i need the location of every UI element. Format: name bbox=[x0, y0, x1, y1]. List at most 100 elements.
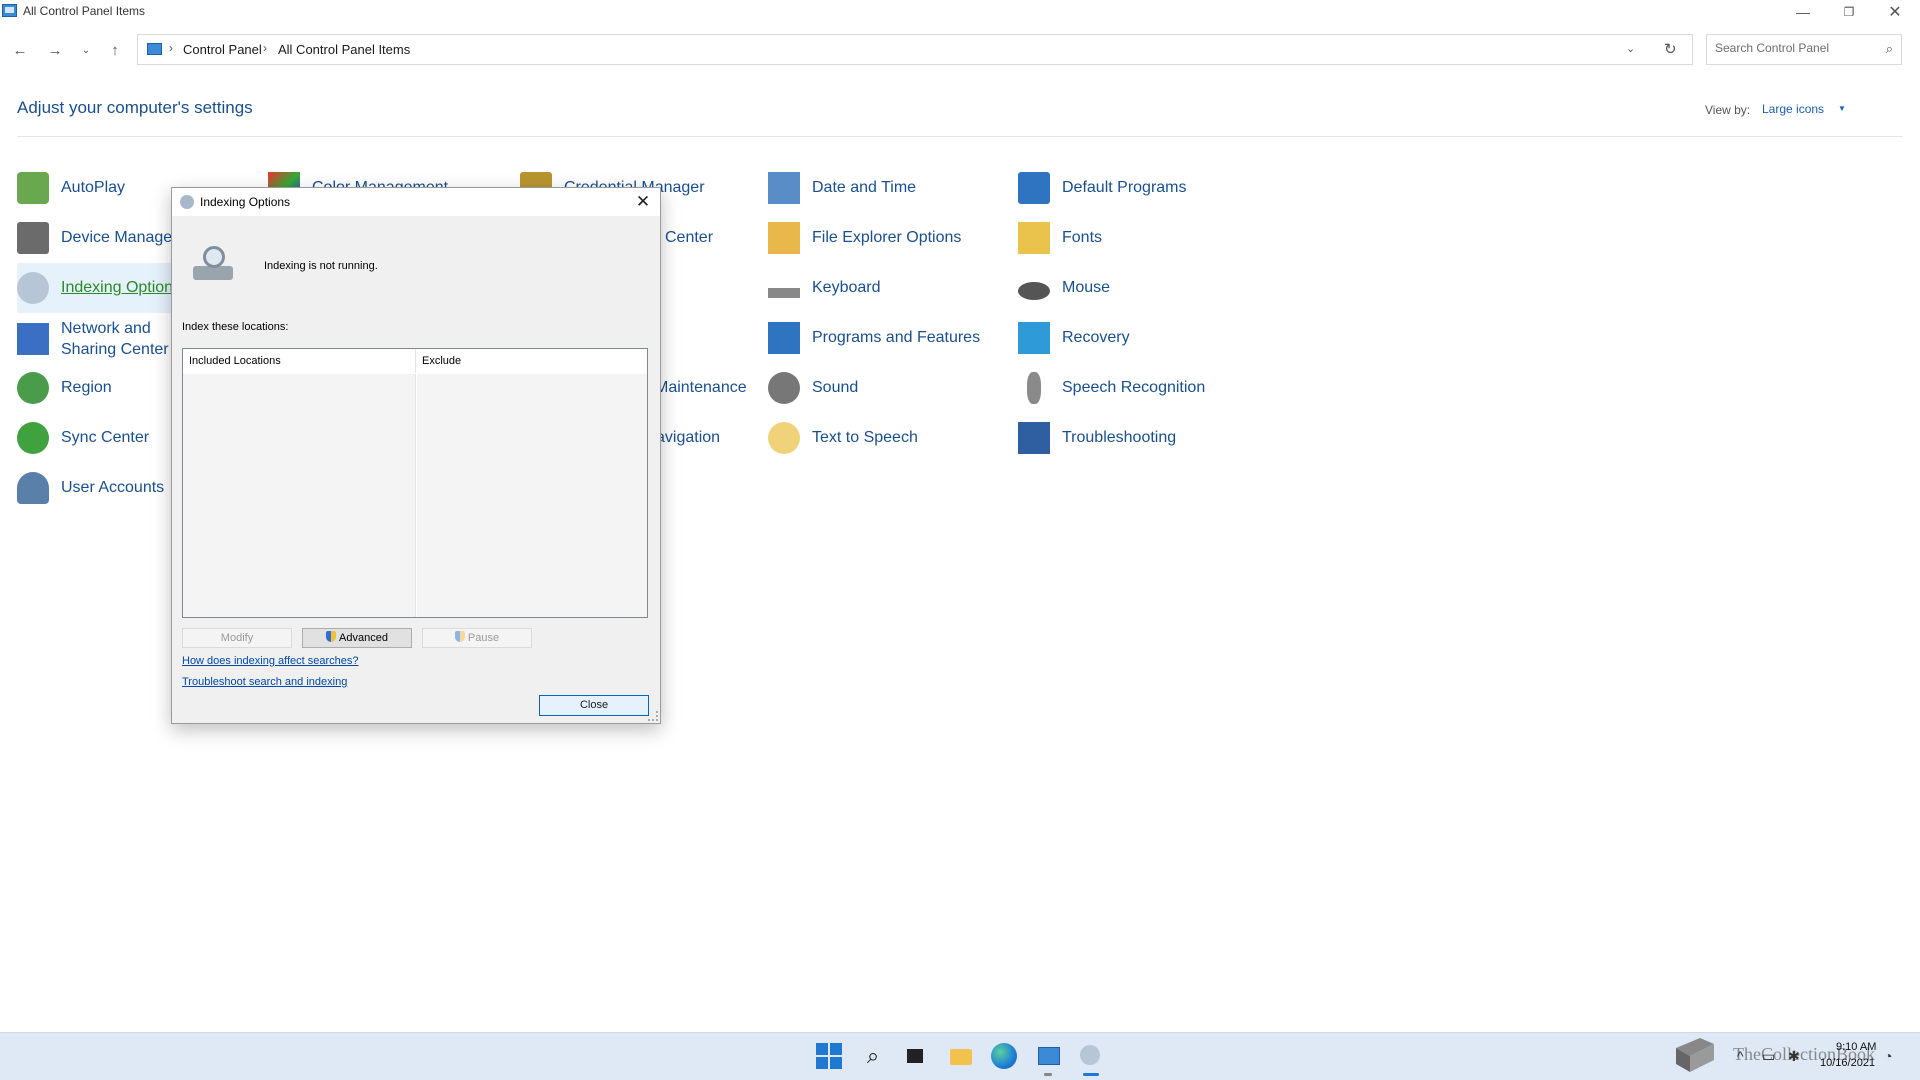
indexing-options-dialog: Indexing Options ✕ Indexing is not runni… bbox=[171, 187, 661, 724]
exclude-area bbox=[417, 374, 647, 617]
advanced-button-label: Advanced bbox=[339, 632, 388, 644]
item-sound[interactable]: Sound bbox=[768, 363, 1008, 413]
item-text-to-speech[interactable]: Text to Speech bbox=[768, 413, 1008, 463]
item-fonts[interactable]: Fonts bbox=[1018, 213, 1258, 263]
item-file-explorer-options[interactable]: File Explorer Options bbox=[768, 213, 1008, 263]
up-button[interactable]: ↑ bbox=[102, 38, 128, 62]
how-indexing-affects-link[interactable]: How does indexing affect searches? bbox=[182, 655, 359, 667]
index-locations-label: Index these locations: bbox=[182, 321, 289, 333]
start-button[interactable] bbox=[816, 1043, 842, 1069]
text-to-speech-icon bbox=[768, 422, 800, 454]
date-time-icon bbox=[768, 172, 800, 204]
item-partial-maintenance[interactable]: Maintenance bbox=[655, 363, 747, 413]
item-label: Sound bbox=[812, 379, 859, 396]
network-icon[interactable]: ▭ bbox=[1762, 1048, 1775, 1065]
show-hidden-icons-chevron[interactable]: ^ bbox=[1737, 1048, 1744, 1064]
restore-button[interactable]: ❐ bbox=[1826, 0, 1872, 24]
indexing-options-icon bbox=[180, 195, 194, 209]
pause-button-label: Pause bbox=[467, 632, 500, 644]
dialog-title-bar[interactable]: Indexing Options ✕ bbox=[172, 188, 660, 216]
region-icon bbox=[17, 372, 49, 404]
item-label: Sync Center bbox=[61, 429, 150, 446]
control-panel-icon bbox=[147, 43, 162, 55]
indexing-status-icon bbox=[193, 246, 237, 284]
item-label: Text to Speech bbox=[812, 429, 918, 446]
chevron-down-icon[interactable]: ▼ bbox=[1838, 104, 1846, 113]
default-programs-icon bbox=[1018, 172, 1050, 204]
forward-button[interactable]: → bbox=[42, 38, 68, 62]
search-box[interactable]: ⌕ bbox=[1706, 34, 1902, 65]
item-sync-center[interactable]: Sync Center bbox=[17, 413, 171, 463]
breadcrumb-all-items[interactable]: All Control Panel Items bbox=[278, 42, 410, 57]
book-watermark-icon bbox=[1676, 1038, 1714, 1072]
item-partial-center[interactable]: Center bbox=[665, 213, 713, 263]
view-by-label: View by: bbox=[1705, 103, 1751, 117]
close-window-button[interactable]: ✕ bbox=[1872, 0, 1918, 24]
locations-list[interactable]: Included Locations Exclude bbox=[182, 348, 648, 618]
back-button[interactable]: ← bbox=[7, 38, 33, 62]
notification-icon[interactable]: ◔ bbox=[1884, 1048, 1892, 1064]
resize-grip[interactable] bbox=[648, 711, 658, 721]
recent-locations-button[interactable]: ⌄ bbox=[73, 38, 99, 62]
uac-shield-icon bbox=[454, 631, 465, 642]
device-manager-icon bbox=[17, 222, 49, 254]
file-explorer-options-icon bbox=[768, 222, 800, 254]
item-label: Center bbox=[665, 229, 714, 246]
taskbar-search-icon[interactable]: ⌕ bbox=[860, 1043, 886, 1069]
item-label: Recovery bbox=[1062, 329, 1130, 346]
item-partial-navigation[interactable]: avigation bbox=[656, 413, 720, 463]
mouse-icon bbox=[1018, 282, 1050, 300]
control-panel-taskbar-icon[interactable] bbox=[1036, 1043, 1062, 1069]
clock-date[interactable]: 10/16/2021 bbox=[1820, 1057, 1875, 1069]
sound-icon bbox=[768, 372, 800, 404]
indexing-options-icon bbox=[17, 272, 49, 304]
item-label: Default Programs bbox=[1062, 179, 1187, 196]
control-panel-icon bbox=[2, 4, 17, 17]
view-by-dropdown[interactable]: Large icons bbox=[1762, 102, 1824, 116]
window-title: All Control Panel Items bbox=[23, 4, 146, 18]
column-header-included[interactable]: Included Locations bbox=[183, 349, 416, 373]
item-mouse[interactable]: Mouse bbox=[1018, 263, 1258, 313]
item-label: Speech Recognition bbox=[1062, 379, 1206, 396]
item-label: Device Manager bbox=[61, 229, 171, 246]
item-recovery[interactable]: Recovery bbox=[1018, 313, 1258, 363]
troubleshoot-indexing-link[interactable]: Troubleshoot search and indexing bbox=[182, 676, 347, 688]
title-bar bbox=[0, 0, 1920, 24]
item-device-manager[interactable]: Device Manager bbox=[17, 213, 171, 263]
task-view-icon[interactable] bbox=[903, 1043, 929, 1069]
programs-features-icon bbox=[768, 322, 800, 354]
column-header-exclude[interactable]: Exclude bbox=[416, 349, 647, 373]
autoplay-icon bbox=[17, 172, 49, 204]
item-indexing-options[interactable]: Indexing Options bbox=[17, 263, 171, 313]
item-speech-recognition[interactable]: Speech Recognition bbox=[1018, 363, 1258, 413]
address-dropdown-button[interactable]: ⌄ bbox=[1626, 42, 1635, 55]
item-label: avigation bbox=[656, 429, 721, 446]
search-icon[interactable]: ⌕ bbox=[1886, 41, 1893, 57]
close-button[interactable]: Close bbox=[539, 695, 649, 716]
indexing-options-taskbar-icon[interactable] bbox=[1078, 1043, 1104, 1069]
breadcrumb-control-panel[interactable]: Control Panel bbox=[183, 42, 262, 57]
clock-time[interactable]: 9:10 AM bbox=[1836, 1041, 1876, 1053]
item-date-time[interactable]: Date and Time bbox=[768, 163, 1008, 213]
included-locations-area bbox=[183, 374, 416, 617]
edge-browser-icon[interactable] bbox=[991, 1043, 1017, 1069]
advanced-button[interactable]: Advanced bbox=[302, 628, 412, 648]
search-input[interactable] bbox=[1715, 41, 1875, 55]
dialog-close-icon[interactable]: ✕ bbox=[632, 191, 654, 213]
minimize-button[interactable]: — bbox=[1780, 0, 1826, 24]
item-default-programs[interactable]: Default Programs bbox=[1018, 163, 1258, 213]
file-explorer-icon[interactable] bbox=[948, 1043, 974, 1069]
item-label: Maintenance bbox=[655, 379, 747, 396]
active-indicator bbox=[1083, 1073, 1099, 1076]
refresh-button[interactable]: ↻ bbox=[1664, 40, 1677, 58]
volume-icon[interactable]: ✱ bbox=[1788, 1048, 1800, 1065]
item-label: AutoPlay bbox=[61, 179, 126, 196]
item-troubleshooting[interactable]: Troubleshooting bbox=[1018, 413, 1258, 463]
item-user-accounts[interactable]: User Accounts bbox=[17, 463, 171, 513]
item-programs-features[interactable]: Programs and Features bbox=[768, 313, 1008, 363]
pause-button[interactable]: Pause bbox=[422, 628, 532, 648]
modify-button[interactable]: Modify bbox=[182, 628, 292, 648]
item-region[interactable]: Region bbox=[17, 363, 171, 413]
item-keyboard[interactable]: Keyboard bbox=[768, 263, 1008, 313]
item-network-sharing[interactable]: Network and Sharing Center bbox=[17, 313, 171, 365]
